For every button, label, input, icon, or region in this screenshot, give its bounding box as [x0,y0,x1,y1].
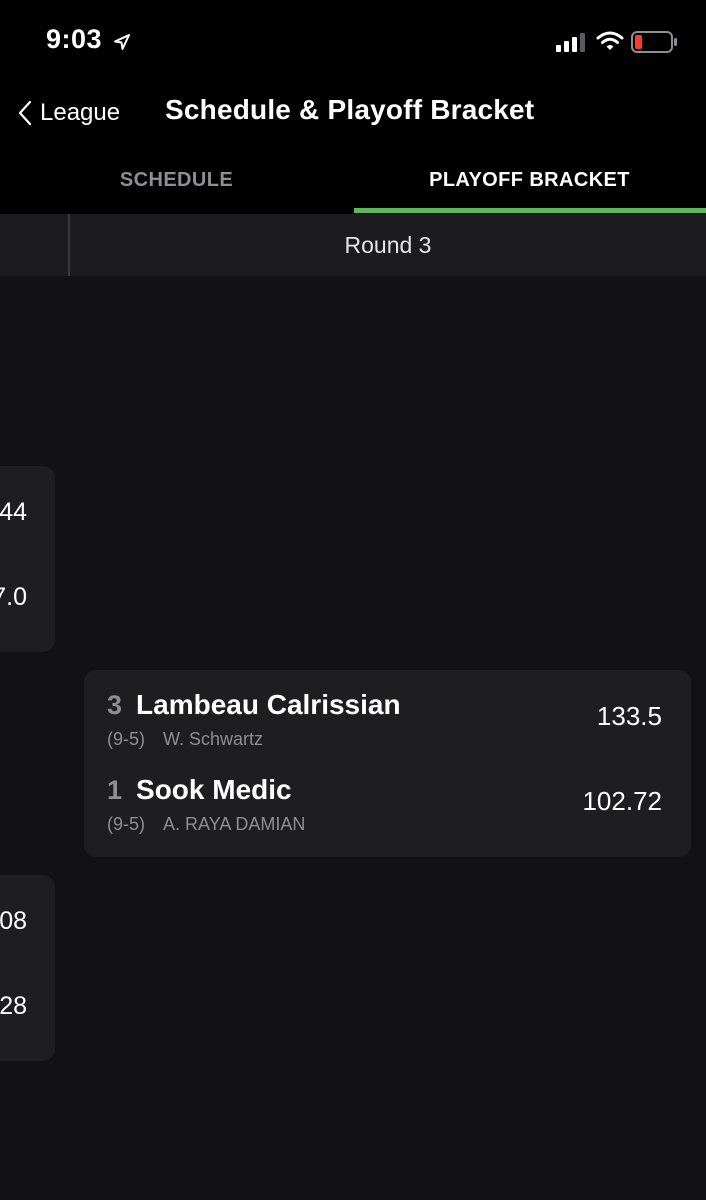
team-owner: W. Schwartz [163,729,264,749]
page-title: Schedule & Playoff Bracket [165,94,535,125]
team-record: (9-5) [107,814,146,834]
matchup-card-previous-bottom[interactable]: 08 28 [0,875,55,1061]
team-seed: 1 [107,775,123,805]
wifi-icon [596,31,624,50]
matchup-card-previous-top[interactable]: 44 7.0 [0,466,55,652]
matchup-score: 7.0 [0,583,27,611]
team-seed: 3 [107,690,123,720]
status-bar: 9:03 [0,0,706,82]
team-score: 133.5 [596,701,662,731]
team-name: Sook Medic [136,774,292,805]
back-button[interactable]: League [18,96,120,130]
matchup-score: 28 [0,992,27,1020]
battery-low-icon [631,31,677,53]
nav-bar: League Schedule & Playoff Bracket [0,82,706,146]
team-row: 1 Sook Medic (9-5) A. RAYA DAMIAN 102.72 [107,774,662,835]
round-label[interactable]: Round 3 [70,214,706,276]
location-arrow-icon [114,34,130,50]
team-row: 3 Lambeau Calrissian (9-5) W. Schwartz 1… [107,689,662,750]
status-time: 9:03 [46,24,103,54]
chevron-left-icon [18,100,32,126]
back-button-label: League [40,99,121,126]
tab-bar: SCHEDULE PLAYOFF BRACKET [0,146,706,215]
matchup-score: 44 [0,498,27,526]
matchup-card-round-3[interactable]: 3 Lambeau Calrissian (9-5) W. Schwartz 1… [84,670,691,857]
tab-playoff-bracket[interactable]: PLAYOFF BRACKET [353,146,706,214]
round-header: Round 3 [0,214,706,276]
team-score: 102.72 [582,786,662,816]
cellular-signal-icon [556,33,585,52]
team-record: (9-5) [107,729,146,749]
team-owner: A. RAYA DAMIAN [163,814,306,834]
tab-schedule[interactable]: SCHEDULE [0,146,353,214]
matchup-score: 08 [0,907,27,935]
active-tab-indicator [354,208,706,213]
team-name: Lambeau Calrissian [136,689,401,720]
